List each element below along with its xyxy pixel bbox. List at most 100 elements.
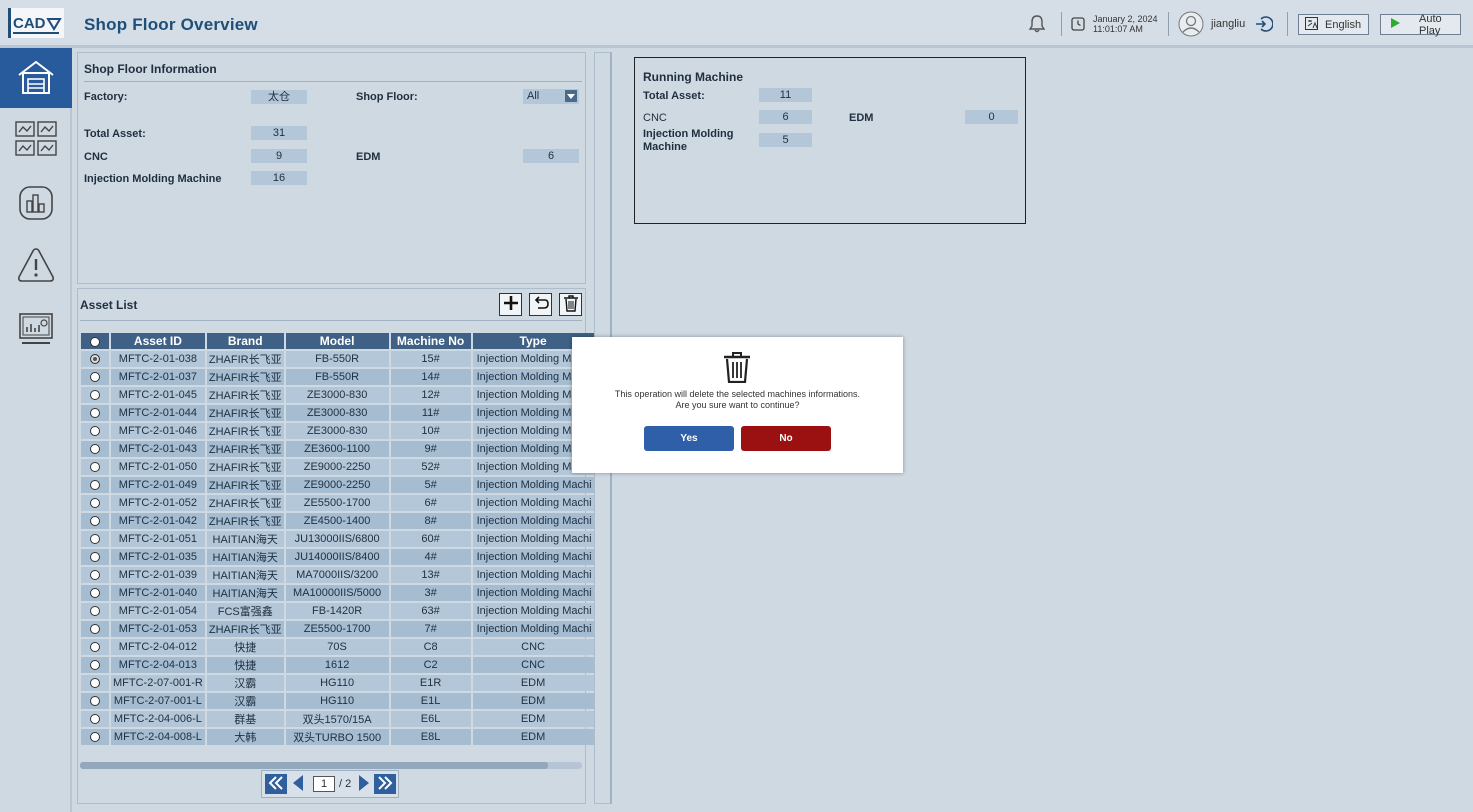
column-header[interactable]: Brand: [206, 333, 284, 349]
row-select-radio[interactable]: [90, 426, 100, 437]
page-input[interactable]: 1: [313, 776, 335, 792]
table-row[interactable]: MFTC-2-01-049 ZHAFIR长飞亚 ZE9000-2250 5# Injec…: [81, 477, 594, 493]
auto-play-button[interactable]: Auto Play: [1380, 13, 1461, 37]
add-asset-button[interactable]: [499, 293, 522, 316]
row-select-radio[interactable]: [90, 480, 100, 491]
sidebar-item-machines[interactable]: [0, 110, 72, 170]
row-select-cell[interactable]: [81, 387, 109, 403]
row-select-cell[interactable]: [81, 621, 109, 637]
table-row[interactable]: MFTC-2-01-052 ZHAFIR长飞亚 ZE5500-1700 6# Injec…: [81, 495, 594, 511]
last-page-button[interactable]: [374, 774, 396, 794]
first-page-button[interactable]: [265, 774, 287, 794]
table-row[interactable]: MFTC-2-01-045 ZHAFIR长飞亚 ZE3000-830 12# Injec…: [81, 387, 594, 403]
row-select-cell[interactable]: [81, 567, 109, 583]
table-row[interactable]: MFTC-2-01-046 ZHAFIR长飞亚 ZE3000-830 10# Injec…: [81, 423, 594, 439]
avatar-icon[interactable]: [1178, 11, 1204, 40]
row-select-cell[interactable]: [81, 495, 109, 511]
sidebar-item-monitor[interactable]: [0, 300, 72, 360]
logout-icon[interactable]: [1255, 15, 1274, 36]
row-select-radio[interactable]: [90, 354, 100, 365]
sidebar-item-alarms[interactable]: [0, 236, 72, 296]
row-select-radio[interactable]: [90, 462, 100, 473]
row-select-radio[interactable]: [90, 642, 100, 653]
sidebar-item-shop-floor[interactable]: [0, 48, 72, 108]
table-row[interactable]: MFTC-2-01-042 ZHAFIR长飞亚 ZE4500-1400 8# Injec…: [81, 513, 594, 529]
prev-page-button[interactable]: [292, 774, 304, 794]
table-row[interactable]: MFTC-2-01-050 ZHAFIR长飞亚 ZE9000-2250 52# Inje…: [81, 459, 594, 475]
row-select-radio[interactable]: [90, 570, 100, 581]
table-row[interactable]: MFTC-2-01-043 ZHAFIR长飞亚 ZE3600-1100 9# Injec…: [81, 441, 594, 457]
select-all-radio[interactable]: [90, 336, 100, 347]
row-select-cell[interactable]: [81, 405, 109, 421]
column-header[interactable]: Model: [285, 333, 389, 349]
row-select-cell[interactable]: [81, 459, 109, 475]
row-select-cell[interactable]: [81, 351, 109, 367]
row-select-radio[interactable]: [90, 588, 100, 599]
row-select-radio[interactable]: [90, 714, 100, 725]
row-select-radio[interactable]: [90, 606, 100, 617]
delete-button[interactable]: [559, 293, 582, 316]
table-row[interactable]: MFTC-2-04-006-L 群基 双头1570/15A E6L EDM: [81, 711, 594, 727]
row-select-radio[interactable]: [90, 696, 100, 707]
row-select-cell[interactable]: [81, 711, 109, 727]
table-row[interactable]: MFTC-2-04-012 快捷 70S C8 CNC: [81, 639, 594, 655]
row-select-cell[interactable]: [81, 513, 109, 529]
table-row[interactable]: MFTC-2-04-008-L 大韩 双头TURBO 1500 E8L EDM: [81, 729, 594, 745]
model-cell: ZE5500-1700: [285, 621, 389, 637]
row-select-radio[interactable]: [90, 660, 100, 671]
row-select-cell[interactable]: [81, 657, 109, 673]
row-select-cell[interactable]: [81, 369, 109, 385]
row-select-cell[interactable]: [81, 603, 109, 619]
row-select-radio[interactable]: [90, 552, 100, 563]
row-select-radio[interactable]: [90, 678, 100, 689]
row-select-radio[interactable]: [90, 516, 100, 527]
type-cell: Injection Molding Machi: [472, 603, 594, 619]
row-select-cell[interactable]: [81, 477, 109, 493]
table-row[interactable]: MFTC-2-01-035 HAITIAN海天 JU14000IIS/8400 4# I…: [81, 549, 594, 565]
row-select-radio[interactable]: [90, 498, 100, 509]
bell-icon[interactable]: [1027, 14, 1047, 37]
row-select-radio[interactable]: [90, 444, 100, 455]
column-header[interactable]: Asset ID: [111, 333, 205, 349]
row-select-radio[interactable]: [90, 534, 100, 545]
row-select-cell[interactable]: [81, 729, 109, 745]
row-select-cell[interactable]: [81, 585, 109, 601]
row-select-radio[interactable]: [90, 732, 100, 743]
row-select-radio[interactable]: [90, 408, 100, 419]
no-button[interactable]: No: [741, 426, 831, 451]
sidebar-item-analytics[interactable]: [0, 174, 72, 234]
row-select-cell[interactable]: [81, 693, 109, 709]
shop-floor-select[interactable]: All: [523, 89, 579, 104]
row-select-radio[interactable]: [90, 372, 100, 383]
row-select-cell[interactable]: [81, 639, 109, 655]
table-row[interactable]: MFTC-2-01-037 ZHAFIR长飞亚 FB-550R 14# Injectio…: [81, 369, 594, 385]
language-button[interactable]: English: [1298, 14, 1369, 35]
next-page-button[interactable]: [358, 774, 370, 794]
row-select-radio[interactable]: [90, 390, 100, 401]
undo-button[interactable]: [529, 293, 552, 316]
row-select-cell[interactable]: [81, 549, 109, 565]
table-row[interactable]: MFTC-2-01-054 FCS富强鑫 FB-1420R 63# Injection …: [81, 603, 594, 619]
select-all-header[interactable]: [81, 333, 109, 349]
table-row[interactable]: MFTC-2-01-044 ZHAFIR长飞亚 ZE3000-830 11# Injec…: [81, 405, 594, 421]
row-select-cell[interactable]: [81, 423, 109, 439]
imm-label: Injection Molding Machine: [84, 173, 222, 185]
asset-id-cell: MFTC-2-01-040: [111, 585, 205, 601]
table-row[interactable]: MFTC-2-01-053 ZHAFIR长飞亚 ZE5500-1700 7# Injec…: [81, 621, 594, 637]
table-row[interactable]: MFTC-2-07-001-R 汉霸 HG110 E1R EDM: [81, 675, 594, 691]
row-select-cell[interactable]: [81, 531, 109, 547]
row-select-cell[interactable]: [81, 675, 109, 691]
table-row[interactable]: MFTC-2-01-040 HAITIAN海天 MA10000IIS/5000 3# I…: [81, 585, 594, 601]
horizontal-scrollbar[interactable]: [80, 762, 582, 769]
scrollbar-thumb[interactable]: [80, 762, 548, 769]
column-header[interactable]: Machine No: [390, 333, 471, 349]
table-row[interactable]: MFTC-2-01-038 ZHAFIR长飞亚 FB-550R 15# Injectio…: [81, 351, 594, 367]
chevron-left-icon: [293, 774, 303, 794]
table-row[interactable]: MFTC-2-01-039 HAITIAN海天 MA7000IIS/3200 13# I…: [81, 567, 594, 583]
row-select-cell[interactable]: [81, 441, 109, 457]
table-row[interactable]: MFTC-2-07-001-L 汉霸 HG110 E1L EDM: [81, 693, 594, 709]
table-row[interactable]: MFTC-2-04-013 快捷 1612 C2 CNC: [81, 657, 594, 673]
row-select-radio[interactable]: [90, 624, 100, 635]
yes-button[interactable]: Yes: [644, 426, 734, 451]
table-row[interactable]: MFTC-2-01-051 HAITIAN海天 JU13000IIS/6800 60#…: [81, 531, 594, 547]
